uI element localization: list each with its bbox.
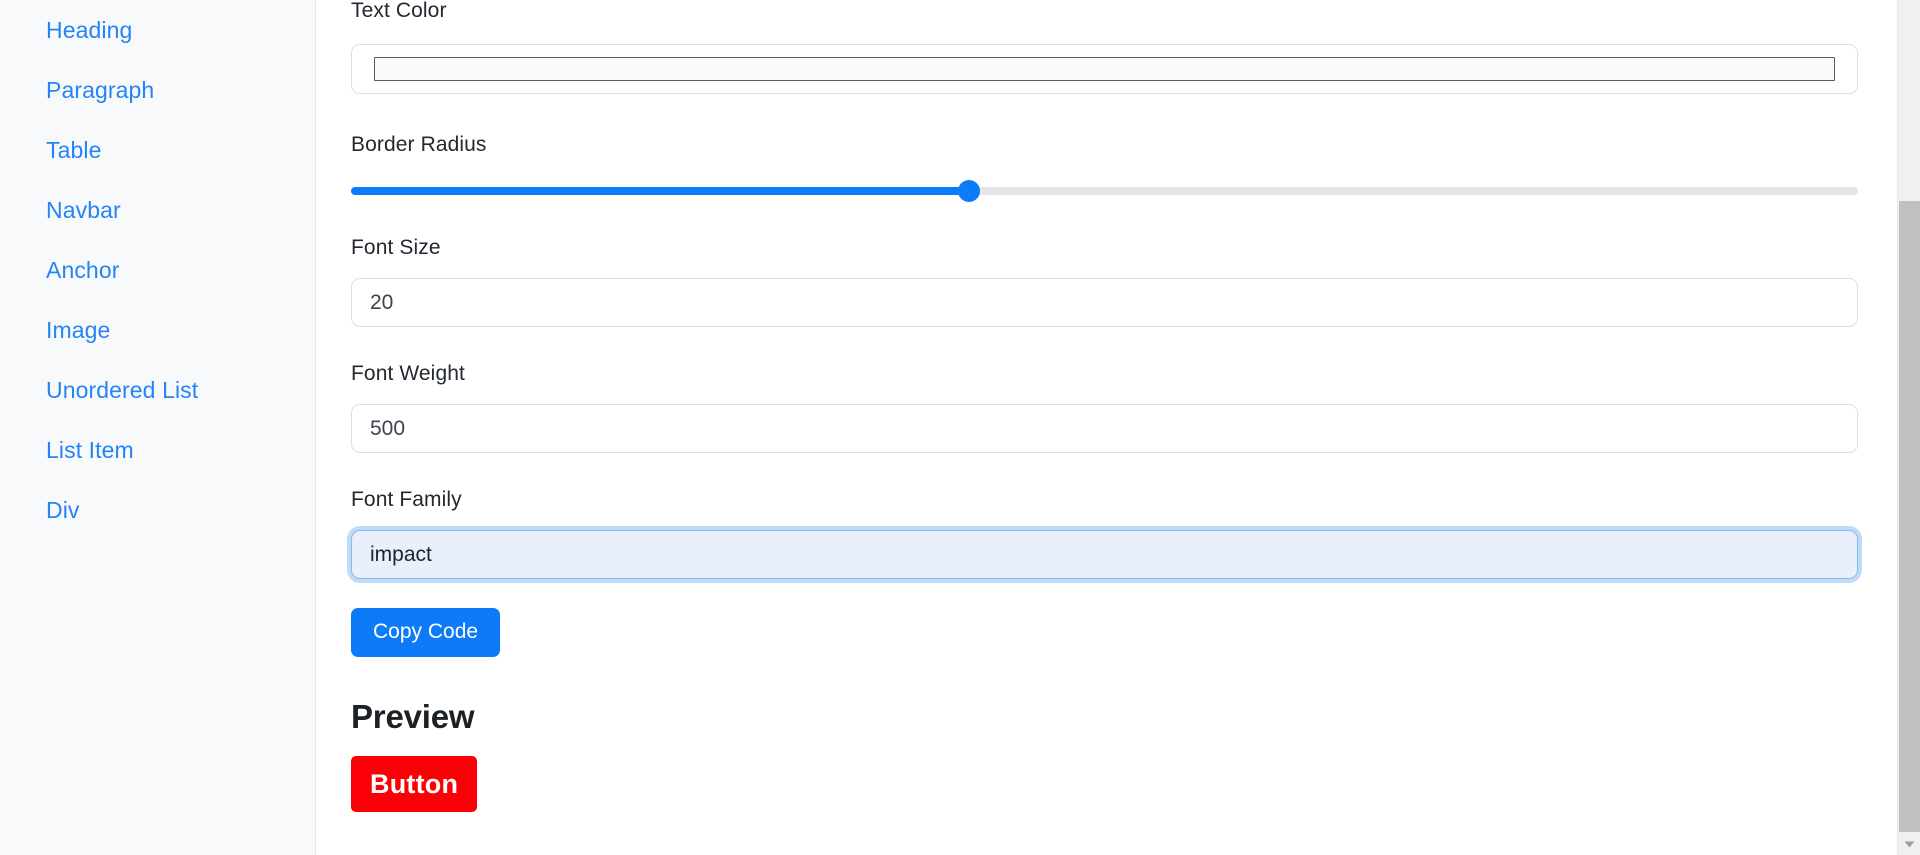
sidebar-item-heading[interactable]: Heading [0, 0, 315, 60]
text-color-input-wrapper[interactable] [351, 44, 1858, 94]
sidebar-item-paragraph[interactable]: Paragraph [0, 60, 315, 120]
font-size-label: Font Size [351, 236, 441, 259]
sidebar-item-image[interactable]: Image [0, 300, 315, 360]
sidebar-link-list-item[interactable]: List Item [46, 437, 134, 463]
font-family-label: Font Family [351, 488, 462, 511]
page-scrollbar[interactable] [1897, 0, 1920, 855]
sidebar-item-navbar[interactable]: Navbar [0, 180, 315, 240]
sidebar-item-list-item[interactable]: List Item [0, 420, 315, 480]
sidebar-link-paragraph[interactable]: Paragraph [46, 77, 154, 103]
font-weight-label: Font Weight [351, 362, 465, 385]
sidebar-item-unordered-list[interactable]: Unordered List [0, 360, 315, 420]
scroll-down-arrow-button[interactable] [1898, 833, 1920, 855]
sidebar-item-anchor[interactable]: Anchor [0, 240, 315, 300]
sidebar-link-heading[interactable]: Heading [46, 17, 132, 43]
font-weight-input[interactable] [351, 404, 1858, 453]
text-color-label: Text Color [351, 0, 447, 22]
font-weight-field: Font Weight [351, 363, 1858, 453]
copy-code-button[interactable]: Copy Code [351, 608, 501, 657]
main-content: Text Color Border Radius Font Size Font … [316, 0, 1920, 855]
font-size-field: Font Size [351, 237, 1858, 327]
slider-thumb[interactable] [957, 180, 980, 202]
sidebar-link-div[interactable]: Div [46, 497, 80, 523]
scrollbar-thumb[interactable] [1899, 201, 1920, 832]
border-radius-slider[interactable] [351, 180, 1858, 202]
text-color-input[interactable] [351, 44, 1858, 94]
sidebar: Heading Paragraph Table Navbar Anchor Im… [0, 0, 316, 855]
preview-button[interactable]: Button [351, 756, 478, 813]
border-radius-field: Border Radius [351, 133, 1858, 202]
font-family-input[interactable] [351, 530, 1858, 579]
border-radius-label: Border Radius [351, 133, 487, 156]
sidebar-link-unordered-list[interactable]: Unordered List [46, 377, 198, 403]
preview-title: Preview [351, 698, 475, 735]
text-color-swatch [374, 57, 1835, 81]
sidebar-nav-list: Heading Paragraph Table Navbar Anchor Im… [0, 0, 315, 540]
sidebar-link-navbar[interactable]: Navbar [46, 197, 121, 223]
sidebar-link-image[interactable]: Image [46, 317, 110, 343]
sidebar-link-table[interactable]: Table [46, 137, 101, 163]
chevron-down-icon [1904, 841, 1915, 847]
slider-fill [351, 187, 969, 195]
sidebar-item-table[interactable]: Table [0, 120, 315, 180]
app-root: Heading Paragraph Table Navbar Anchor Im… [0, 0, 1920, 855]
font-size-input[interactable] [351, 278, 1858, 327]
sidebar-link-anchor[interactable]: Anchor [46, 257, 119, 283]
font-family-field: Font Family [351, 489, 1858, 579]
sidebar-item-div[interactable]: Div [0, 480, 315, 540]
